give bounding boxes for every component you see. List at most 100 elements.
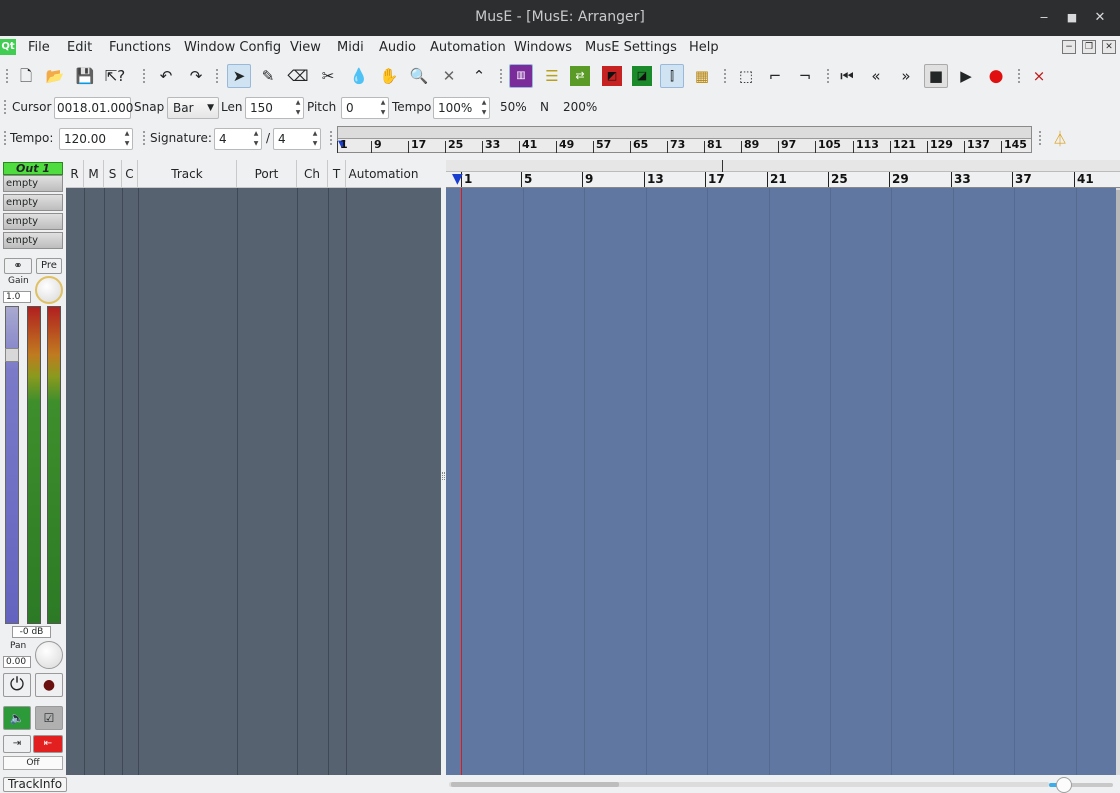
tempo-stepper[interactable]: 120.00 ▲ ▼: [59, 128, 133, 150]
new-file-icon[interactable]: 🗋: [14, 64, 38, 88]
record-arm-icon[interactable]: ●: [35, 673, 63, 697]
stepper-arrows-icon[interactable]: ▲ ▼: [122, 129, 132, 149]
close-icon[interactable]: ✕: [1092, 10, 1108, 26]
menu-window-config[interactable]: Window Config: [184, 40, 281, 55]
stepper-arrows-icon[interactable]: ▲ ▼: [378, 98, 388, 118]
glue-tool-icon[interactable]: 💧: [347, 64, 371, 88]
save-icon[interactable]: 💾: [73, 64, 97, 88]
pointer-tool-icon[interactable]: ➤: [227, 64, 251, 88]
record-icon[interactable]: ●: [984, 64, 1008, 88]
horizontal-scrollbar-thumb[interactable]: [451, 782, 619, 787]
toolbar-grip[interactable]: [500, 69, 503, 83]
power-icon[interactable]: ⏻: [3, 673, 31, 697]
col-record[interactable]: R: [66, 160, 84, 188]
mixer-icon[interactable]: ▦: [690, 64, 714, 88]
loop-icon[interactable]: ⬚: [734, 64, 758, 88]
stepper-arrows-icon[interactable]: ▲ ▼: [310, 129, 320, 149]
col-port[interactable]: Port: [237, 160, 297, 188]
drum-editor-icon[interactable]: ⇄: [570, 66, 590, 86]
hand-tool-icon[interactable]: ✋: [377, 64, 401, 88]
panic-icon[interactable]: ⨯: [1027, 64, 1051, 88]
preset-200-button[interactable]: 200%: [563, 100, 597, 114]
menu-functions[interactable]: Functions: [109, 40, 171, 55]
mdi-minimize-icon[interactable]: −: [1062, 40, 1076, 54]
toolbar-grip[interactable]: [4, 131, 7, 145]
mute-tool-icon[interactable]: ✕: [437, 64, 461, 88]
toolbar-grip[interactable]: [4, 100, 7, 114]
forward-icon[interactable]: »: [894, 64, 918, 88]
pencil-tool-icon[interactable]: ✎: [256, 64, 280, 88]
zoom-tool-icon[interactable]: 🔍: [407, 64, 431, 88]
cursor-position-field[interactable]: 0018.01.000: [54, 97, 133, 119]
rewind-icon[interactable]: «: [864, 64, 888, 88]
menu-audio[interactable]: Audio: [379, 40, 416, 55]
menu-muse-settings[interactable]: MusE Settings: [585, 40, 677, 55]
effect-slot[interactable]: empty: [3, 232, 63, 249]
len-stepper[interactable]: 150 ▲ ▼: [245, 97, 304, 119]
metronome-icon[interactable]: ⏃: [1048, 127, 1072, 151]
solo-checkbox-icon[interactable]: ☑: [35, 706, 63, 730]
menu-help[interactable]: Help: [689, 40, 719, 55]
toolbar-grip[interactable]: [143, 131, 146, 145]
mute-speaker-icon[interactable]: 🔈: [3, 706, 31, 730]
effect-slot[interactable]: empty: [3, 213, 63, 230]
draw-automation-icon[interactable]: ⌃: [467, 64, 491, 88]
preset-normal-button[interactable]: N: [540, 100, 549, 114]
stereo-link-icon[interactable]: ⚭: [4, 258, 32, 274]
col-channel[interactable]: Ch: [297, 160, 328, 188]
menu-windows[interactable]: Windows: [514, 40, 572, 55]
play-icon[interactable]: ▶: [954, 64, 978, 88]
pan-knob[interactable]: [35, 641, 63, 669]
menu-file[interactable]: File: [28, 40, 50, 55]
arranger-canvas[interactable]: [446, 188, 1116, 775]
track-list[interactable]: [66, 188, 441, 775]
toolbar-grip[interactable]: [724, 69, 727, 83]
strip-name[interactable]: Out 1: [3, 162, 63, 175]
toolbar-grip[interactable]: [1039, 131, 1042, 145]
mdi-close-icon[interactable]: ✕: [1102, 40, 1116, 54]
gain-knob[interactable]: [35, 276, 63, 304]
undo-icon[interactable]: ↶: [154, 64, 178, 88]
zoom-slider-handle[interactable]: [1056, 777, 1072, 793]
pianoroll-icon[interactable]: ▥: [509, 64, 533, 88]
preset-50-button[interactable]: 50%: [500, 100, 527, 114]
toolbar-grip[interactable]: [330, 131, 333, 145]
vertical-scrollbar-thumb[interactable]: [1116, 190, 1120, 460]
minimize-icon[interactable]: ‒: [1036, 10, 1052, 26]
col-solo[interactable]: S: [104, 160, 122, 188]
signature-numerator-stepper[interactable]: 4 ▲ ▼: [214, 128, 262, 150]
maximize-icon[interactable]: ■: [1064, 10, 1080, 26]
menu-midi[interactable]: Midi: [337, 40, 364, 55]
snap-select[interactable]: Bar ▼: [167, 97, 219, 119]
output-routing-icon[interactable]: ⇤: [33, 735, 63, 753]
redo-icon[interactable]: ↷: [184, 64, 208, 88]
playhead-marker-icon[interactable]: ▼: [452, 172, 463, 186]
wave-editor-icon[interactable]: ◪: [632, 66, 652, 86]
rewind-start-icon[interactable]: ⏮: [835, 64, 859, 88]
pan-value[interactable]: 0.00: [3, 656, 31, 668]
pitch-stepper[interactable]: 0 ▲ ▼: [341, 97, 389, 119]
gain-value[interactable]: 1.0: [3, 291, 31, 303]
toolbar-grip[interactable]: [6, 69, 9, 83]
whats-this-icon[interactable]: ⇱?: [103, 64, 127, 88]
stepper-arrows-icon[interactable]: ▲ ▼: [479, 98, 489, 118]
pre-button[interactable]: Pre: [36, 258, 62, 274]
open-folder-icon[interactable]: 📂: [43, 64, 67, 88]
col-mute[interactable]: M: [84, 160, 104, 188]
col-track[interactable]: Track: [138, 160, 237, 188]
col-type[interactable]: T: [328, 160, 346, 188]
trackinfo-button[interactable]: TrackInfo: [3, 777, 67, 792]
menu-edit[interactable]: Edit: [67, 40, 92, 55]
signature-denominator-stepper[interactable]: 4 ▲ ▼: [273, 128, 321, 150]
score-editor-icon[interactable]: ◩: [602, 66, 622, 86]
scissors-tool-icon[interactable]: ✂: [316, 64, 340, 88]
toolbar-grip[interactable]: [143, 69, 146, 83]
mdi-restore-icon[interactable]: ❐: [1082, 40, 1096, 54]
punch-out-icon[interactable]: ¬: [793, 64, 817, 88]
volume-slider-handle[interactable]: [5, 348, 19, 362]
stepper-arrows-icon[interactable]: ▲ ▼: [251, 129, 261, 149]
effect-slot[interactable]: empty: [3, 194, 63, 211]
col-automation[interactable]: Automation: [346, 160, 421, 188]
punch-in-icon[interactable]: ⌐: [763, 64, 787, 88]
stop-icon[interactable]: ■: [924, 64, 948, 88]
